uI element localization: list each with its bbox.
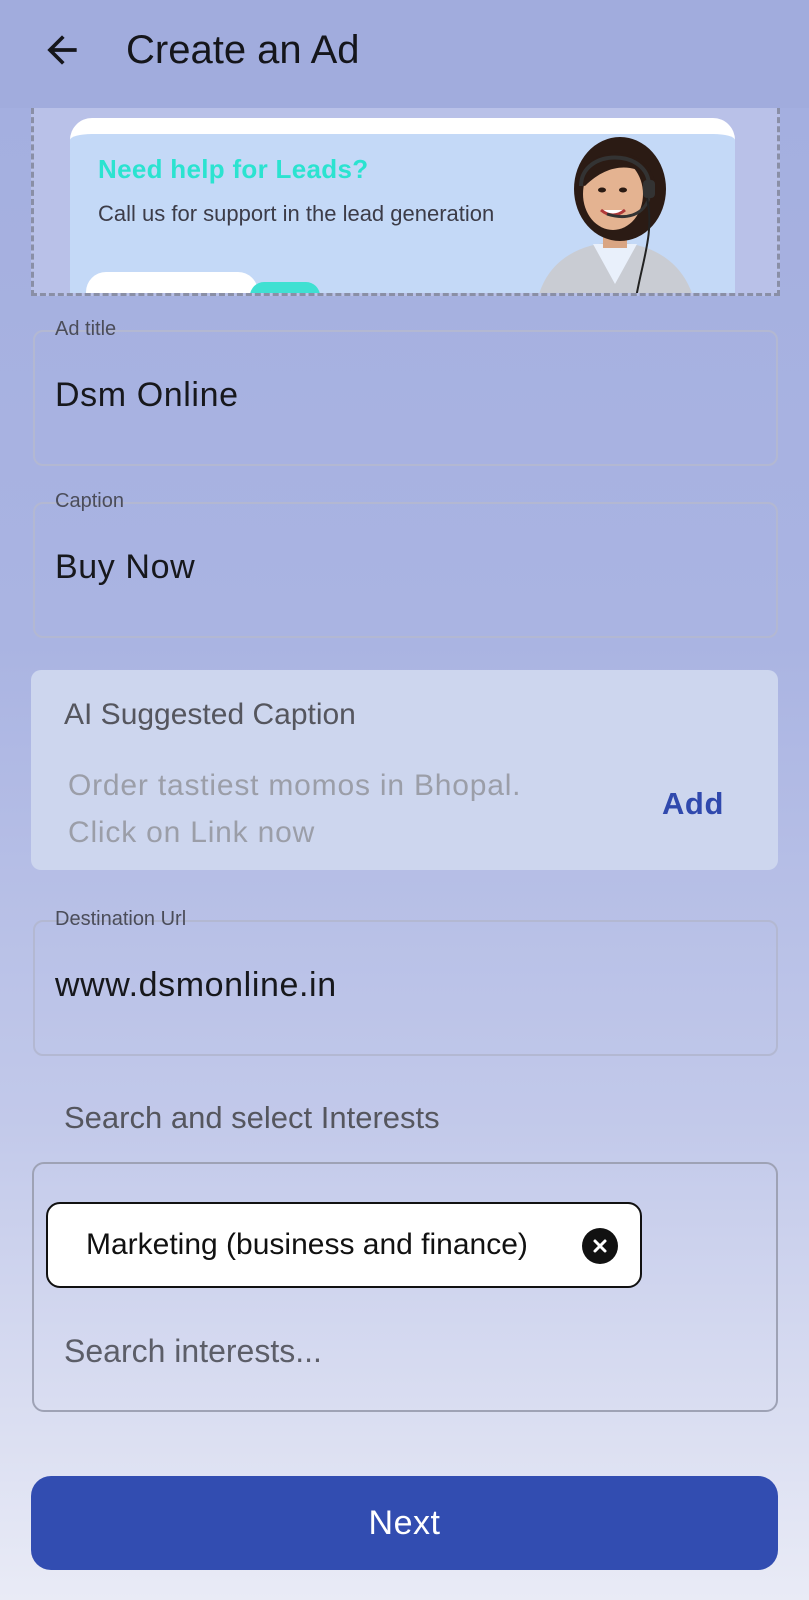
ad-image-preview[interactable]: Need help for Leads? Call us for support… xyxy=(31,108,780,296)
close-icon xyxy=(593,1239,607,1253)
destination-url-label: Destination Url xyxy=(55,908,187,930)
search-interests-input[interactable] xyxy=(64,1326,744,1376)
app-bar: Create an Ad xyxy=(0,0,809,108)
banner-subtext: Call us for support in the lead generati… xyxy=(98,201,495,226)
interests-heading: Search and select Interests xyxy=(64,1100,440,1135)
interest-chip: Marketing (business and finance) xyxy=(46,1202,642,1288)
next-button[interactable]: Next xyxy=(31,1476,778,1570)
ai-suggestion-text: Order tastiest momos in Bhopal. Click on… xyxy=(68,769,522,849)
ai-suggested-caption-card: AI Suggested Caption Order tastiest momo… xyxy=(31,670,778,870)
arrow-left-icon xyxy=(47,35,77,65)
banner-accent-shape xyxy=(250,282,320,293)
ad-title-label: Ad title xyxy=(55,318,117,340)
destination-url-value[interactable]: www.dsmonline.in xyxy=(55,966,337,1005)
caption-field[interactable]: Caption Buy Now xyxy=(33,490,778,638)
banner-headline: Need help for Leads? xyxy=(98,154,369,184)
add-suggestion-button[interactable]: Add xyxy=(662,786,724,822)
banner-card: Need help for Leads? Call us for support… xyxy=(70,118,735,293)
back-button[interactable] xyxy=(36,24,88,76)
interests-selector: Marketing (business and finance) xyxy=(32,1162,778,1412)
ad-title-field[interactable]: Ad title Dsm Online xyxy=(33,318,778,466)
support-agent-image xyxy=(539,137,692,293)
caption-value[interactable]: Buy Now xyxy=(55,548,195,587)
close-circle-icon[interactable] xyxy=(582,1228,618,1264)
ai-suggestion-title: AI Suggested Caption xyxy=(64,698,356,731)
page-title: Create an Ad xyxy=(126,28,360,72)
ad-title-value[interactable]: Dsm Online xyxy=(55,376,239,415)
caption-label: Caption xyxy=(55,490,124,512)
destination-url-field[interactable]: Destination Url www.dsmonline.in xyxy=(33,908,778,1056)
banner-button-shape xyxy=(86,272,258,293)
interest-chip-label: Marketing (business and finance) xyxy=(86,1228,528,1261)
